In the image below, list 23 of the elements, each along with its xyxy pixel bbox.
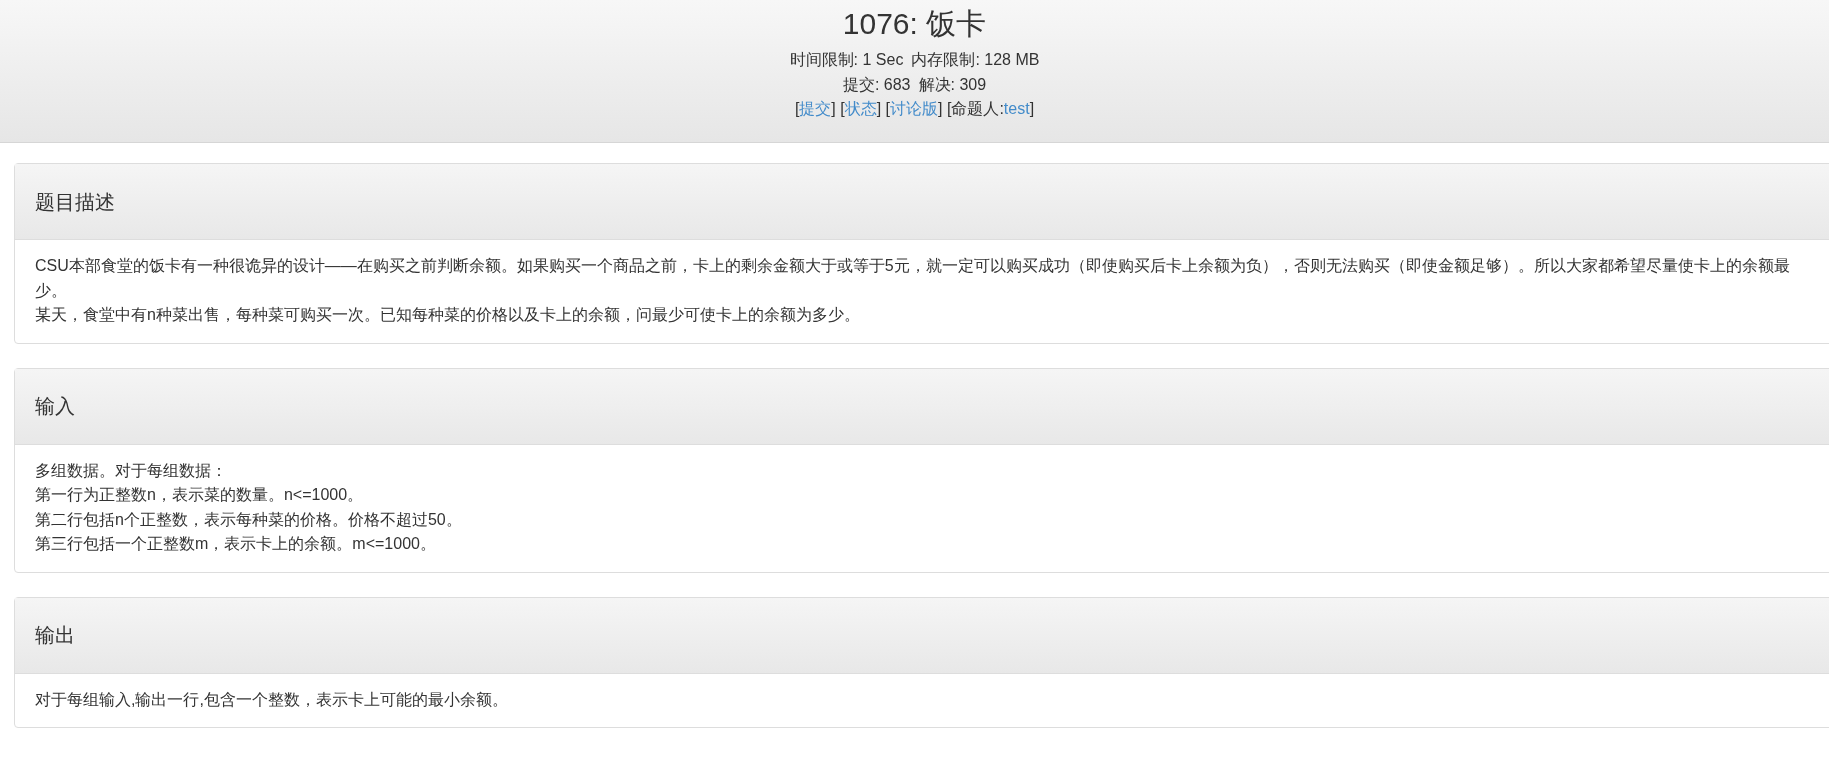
nav-link[interactable]: 提交 bbox=[799, 100, 832, 117]
problem-title: 1076: 饭卡 bbox=[841, 6, 988, 42]
section-heading: 题目描述 bbox=[35, 189, 115, 214]
section-text: 某天，食堂中有n种菜出售，每种菜可购买一次。已知每种菜的价格以及卡上的余额，问最少可使卡上的余额为多少。 bbox=[35, 305, 861, 325]
section-text: 第二行包括n个正整数，表示每种菜的价格。价格不超过50。 bbox=[35, 509, 463, 530]
section-heading: 输入 bbox=[35, 394, 75, 418]
bracket-text: ] bbox=[1029, 100, 1035, 117]
section-text: 第一行为正整数n，表示菜的数量。n<=1000。 bbox=[35, 485, 365, 505]
stat-text: 提交: 683 bbox=[842, 74, 911, 95]
bracket-text: [ bbox=[794, 100, 800, 117]
nav-link[interactable]: 讨论版 bbox=[890, 100, 939, 117]
section-text: CSU本部食堂的饭卡有一种很诡异的设计——在购买之前判断余额。如果购买一个商品之前，卡上的剩余金额大于或等于5元，就一定可以购买成功（即使购买后卡上余额为负），否则无法购买（即使金额足够）。所以大家都希望尽量使卡上的余额最少。 bbox=[35, 256, 1791, 301]
section-heading: 输出 bbox=[35, 623, 75, 647]
section-text: 对于每组输入,输出一行,包含一个整数，表示卡上可能的最小余额。 bbox=[35, 689, 509, 710]
nav-link[interactable]: 状态 bbox=[844, 100, 877, 117]
section-text: 多组数据。对于每组数据： bbox=[35, 460, 228, 481]
section-text: 第三行包括一个正整数m，表示卡上的余额。m<=1000。 bbox=[35, 534, 437, 554]
bracket-text: ] [ bbox=[831, 100, 845, 117]
bracket-text: ] [命题人: bbox=[938, 100, 1004, 117]
stat-text: 时间限制: 1 Sec bbox=[789, 50, 904, 70]
stat-text: 解决: 309 bbox=[918, 74, 987, 95]
bracket-text: ] [ bbox=[876, 100, 891, 117]
stat-text: 内存限制: 128 MB bbox=[911, 50, 1040, 70]
